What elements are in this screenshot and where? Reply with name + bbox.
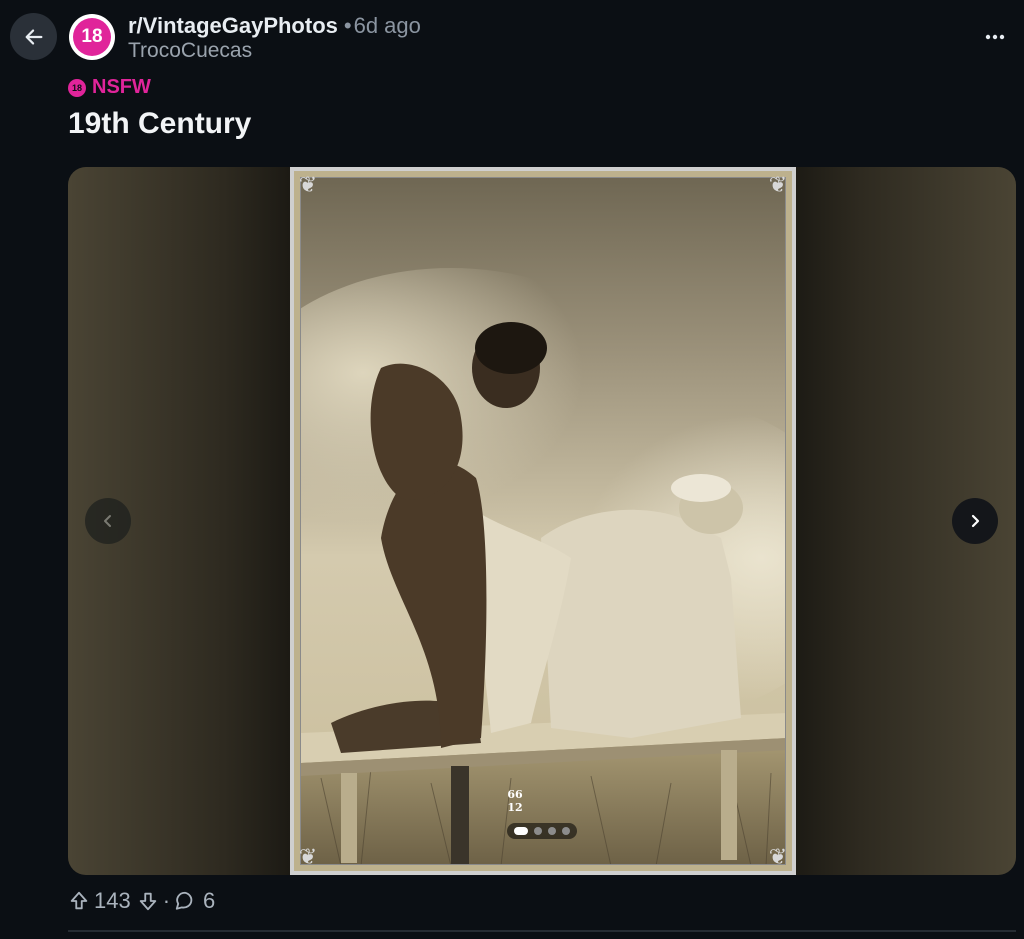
arrow-up-icon xyxy=(70,891,88,910)
gallery-dot[interactable] xyxy=(534,827,542,835)
post-meta: r/VintageGayPhotos •6d ago xyxy=(128,13,421,39)
post-time: 6d ago xyxy=(353,13,421,38)
post-divider xyxy=(68,930,1016,932)
post-author[interactable]: TrocoCuecas xyxy=(128,39,252,63)
ornament-corner-icon: ❦ xyxy=(298,844,318,869)
nsfw-label: NSFW xyxy=(92,76,151,98)
ornament-corner-icon: ❦ xyxy=(298,172,318,197)
arrow-left-icon xyxy=(25,28,42,45)
post-title: 19th Century xyxy=(68,107,252,140)
ornament-corner-icon: ❦ xyxy=(768,172,788,197)
action-separator: · xyxy=(162,888,171,913)
gallery-dot[interactable] xyxy=(562,827,570,835)
photo-illustration: 66 12 xyxy=(301,178,785,864)
image-gallery[interactable]: 66 12 ❦ ❦ ❦ ❦ xyxy=(68,167,1016,875)
gallery-prev-button[interactable] xyxy=(85,498,131,544)
subreddit-name[interactable]: r/VintageGayPhotos xyxy=(128,13,338,38)
subreddit-avatar[interactable]: 18 xyxy=(69,14,115,60)
gallery-photo[interactable]: 66 12 ❦ ❦ ❦ ❦ xyxy=(290,167,796,875)
vote-count: 143 xyxy=(94,888,131,913)
comments-button[interactable]: 6 xyxy=(174,888,215,914)
gallery-dot[interactable] xyxy=(514,827,528,835)
post-action-bar: 143 · 6 xyxy=(68,886,215,916)
chevron-left-icon xyxy=(104,515,111,527)
overflow-menu-button[interactable] xyxy=(980,22,1010,52)
svg-text:12: 12 xyxy=(507,801,522,814)
arrow-down-icon xyxy=(139,892,156,911)
gallery-dot[interactable] xyxy=(548,827,556,835)
back-button[interactable] xyxy=(10,13,57,60)
gallery-next-button[interactable] xyxy=(952,498,998,544)
nsfw-tag: 18 NSFW xyxy=(68,76,151,99)
gallery-pagination xyxy=(507,823,577,839)
svg-text:66: 66 xyxy=(507,788,523,801)
downvote-button[interactable] xyxy=(137,890,159,912)
nsfw-18-icon: 18 xyxy=(68,78,86,97)
ornament-corner-icon: ❦ xyxy=(768,844,788,869)
comment-bubble-icon xyxy=(175,891,193,910)
upvote-button[interactable] xyxy=(68,890,90,912)
meta-separator: • xyxy=(343,13,352,38)
avatar-badge: 18 xyxy=(73,18,111,56)
more-horizontal-icon xyxy=(985,34,1005,40)
comment-count: 6 xyxy=(203,888,216,913)
chevron-right-icon xyxy=(971,514,980,528)
vintage-photograph: 66 12 xyxy=(300,177,786,865)
